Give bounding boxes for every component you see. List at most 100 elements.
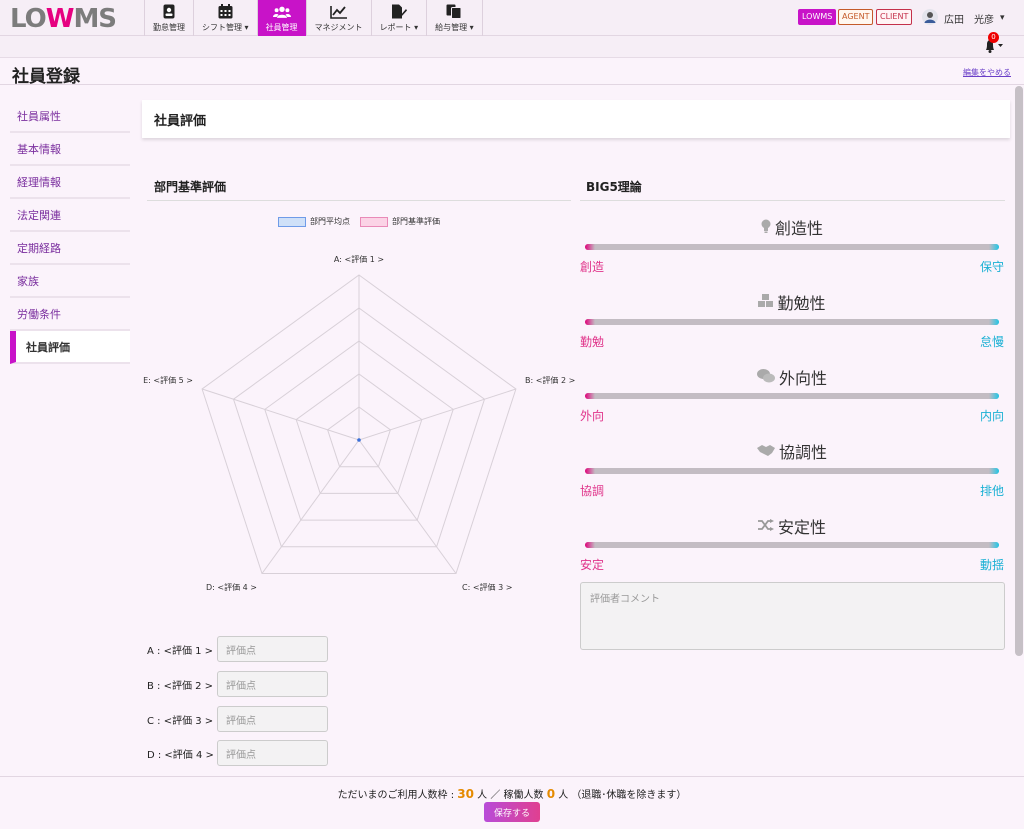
sidebar-item-evaluation[interactable]: 社員評価 xyxy=(10,331,130,364)
nav-shift[interactable]: シフト管理 ▾ xyxy=(193,0,257,36)
trait-title-agreeableness: 協調性 xyxy=(580,439,1004,463)
handshake-icon xyxy=(756,444,775,459)
sidebar-item-legal[interactable]: 法定関連 xyxy=(10,199,130,232)
section-title: 社員評価 xyxy=(154,113,207,129)
nav-label: マネジメント xyxy=(314,22,363,32)
radar-axis-label-c: C: <評価 3 > xyxy=(462,582,512,592)
usage-summary: ただいまのご利用人数枠 : 30 人 ／ 稼働人数 0 人 （退職･休職を除きま… xyxy=(0,786,1024,801)
dept-eval-title: 部門基準評価 xyxy=(154,180,227,194)
divider xyxy=(0,84,1024,85)
active-count: 0 xyxy=(546,787,556,801)
radar-axis-label-b: B: <評価 2 > xyxy=(525,375,575,385)
sidebar-item-accounting[interactable]: 経理情報 xyxy=(10,166,130,199)
legend-swatch-avg[interactable] xyxy=(278,216,306,227)
app-logo[interactable]: LOWMS xyxy=(10,4,117,34)
sub-navbar xyxy=(0,36,1024,58)
radar-axis-line xyxy=(201,388,360,441)
trait-title-extraversion: 外向性 xyxy=(580,365,1004,389)
lightbulb-icon xyxy=(761,219,771,236)
trait-slider-agreeableness[interactable] xyxy=(585,468,999,474)
radar-axis-label-d: D: <評価 4 > xyxy=(206,582,257,592)
radar-axis-label-a: A: <評価 1 > xyxy=(334,254,384,264)
role-client-button[interactable]: CLIENT xyxy=(876,9,913,25)
trait-pole-right: 内向 xyxy=(979,409,1004,423)
role-agent-button[interactable]: AGENT xyxy=(838,9,874,25)
notification-count-badge: 0 xyxy=(988,32,999,43)
usage-text: 人 ／ 稼働人数 xyxy=(474,790,547,801)
score-row-a: A : <評価 1 > 評価点 xyxy=(147,636,328,662)
trait-name: 安定性 xyxy=(777,518,826,537)
nav-attendance[interactable]: 勤怠管理 xyxy=(144,0,193,36)
sidebar-item-basic-info[interactable]: 基本情報 xyxy=(10,133,130,166)
radar-axis-line xyxy=(261,439,360,574)
comments-icon xyxy=(756,368,775,386)
trait-slider-stability[interactable] xyxy=(585,542,999,548)
trait-pole-right: 保守 xyxy=(979,260,1004,274)
sidebar-item-work-conditions[interactable]: 労働条件 xyxy=(10,298,130,331)
section-header: 社員評価 xyxy=(142,100,1010,138)
nav-label: 給与管理 ▾ xyxy=(435,22,474,32)
nav-report[interactable]: レポート ▾ xyxy=(370,0,427,36)
line-chart-icon xyxy=(329,4,348,20)
nav-employees[interactable]: 社員管理 xyxy=(256,0,306,36)
sidebar-item-attributes[interactable]: 社員属性 xyxy=(10,100,130,133)
legend-swatch-dept[interactable] xyxy=(360,216,388,227)
trait-pole-right: 動揺 xyxy=(979,558,1004,572)
nav-label: 勤怠管理 xyxy=(153,22,185,32)
badge-icon xyxy=(160,4,178,20)
score-input-a[interactable]: 評価点 xyxy=(217,636,328,662)
shuffle-icon xyxy=(757,518,774,534)
trait-name: 創造性 xyxy=(774,219,823,238)
big5-title: BIG5理論 xyxy=(586,180,642,194)
score-row-b: B : <評価 2 > 評価点 xyxy=(147,671,328,697)
nav-management[interactable]: マネジメント xyxy=(305,0,371,36)
footer: ただいまのご利用人数枠 : 30 人 ／ 稼働人数 0 人 （退職･休職を除きま… xyxy=(0,776,1024,829)
page-scrollbar[interactable] xyxy=(1015,86,1023,656)
usage-text: ただいまのご利用人数枠 : xyxy=(337,790,458,801)
users-icon xyxy=(272,4,291,20)
sidebar-item-family[interactable]: 家族 xyxy=(10,265,130,298)
trait-pole-left: 安定 xyxy=(580,558,605,572)
score-input-b[interactable]: 評価点 xyxy=(217,671,328,697)
score-label: D : <評価 4 > xyxy=(147,749,214,761)
trait-pole-left: 協調 xyxy=(580,484,605,498)
sidebar-item-commute[interactable]: 定期経路 xyxy=(10,232,130,265)
score-label: B : <評価 2 > xyxy=(147,680,214,692)
nav-label: 社員管理 xyxy=(265,22,298,32)
trait-title-creativity: 創造性 xyxy=(580,215,1004,239)
divider xyxy=(580,200,1005,201)
score-label: A : <評価 1 > xyxy=(147,645,214,657)
nav-payroll[interactable]: 給与管理 ▾ xyxy=(426,0,483,36)
trait-title-conscientiousness: 勤勉性 xyxy=(580,290,1004,314)
trait-slider-creativity[interactable] xyxy=(585,244,999,250)
top-navbar: LOWMS 勤怠管理 シフト管理 ▾ 社員管理 マネジメント レポート ▾ 給与… xyxy=(0,0,1024,36)
radar-chart: A: <評価 1 > B: <評価 2 > C: <評価 3 > D: <評価 … xyxy=(143,254,575,592)
stop-editing-link[interactable]: 編集をやめる xyxy=(963,67,1011,78)
nav-label: レポート ▾ xyxy=(379,22,419,32)
nav-label: シフト管理 ▾ xyxy=(202,22,249,32)
trait-pole-left: 創造 xyxy=(580,260,605,274)
user-name: 広田 光彦 xyxy=(944,14,994,26)
quota-count: 30 xyxy=(457,787,474,801)
trait-slider-extraversion[interactable] xyxy=(585,393,999,399)
chevron-down-icon: ▾ xyxy=(1000,13,1005,23)
radar-axis-line xyxy=(358,439,457,574)
user-menu[interactable]: 広田 光彦 ▾ xyxy=(922,8,1005,28)
trait-pole-right: 怠慢 xyxy=(979,335,1004,349)
divider xyxy=(147,200,571,201)
save-button[interactable]: 保存する xyxy=(484,802,540,822)
avatar-icon xyxy=(922,8,938,28)
trait-slider-conscientiousness[interactable] xyxy=(585,319,999,325)
radar-legend: 部門平均点 部門基準評価 xyxy=(278,216,440,227)
trait-title-stability: 安定性 xyxy=(580,514,1004,538)
role-lowms-button[interactable]: LOWMS xyxy=(798,9,837,25)
score-label: C : <評価 3 > xyxy=(147,715,214,727)
trait-pole-left: 勤勉 xyxy=(580,335,605,349)
main-nav: 勤怠管理 シフト管理 ▾ 社員管理 マネジメント レポート ▾ 給与管理 ▾ xyxy=(144,0,483,36)
cubes-icon xyxy=(758,294,774,310)
trait-name: 勤勉性 xyxy=(777,294,826,313)
score-input-c[interactable]: 評価点 xyxy=(217,706,328,732)
score-input-d[interactable]: 評価点 xyxy=(217,740,328,766)
evaluator-comment-textarea[interactable]: 評価者コメント xyxy=(580,582,1005,650)
trait-pole-right: 排他 xyxy=(979,484,1004,498)
